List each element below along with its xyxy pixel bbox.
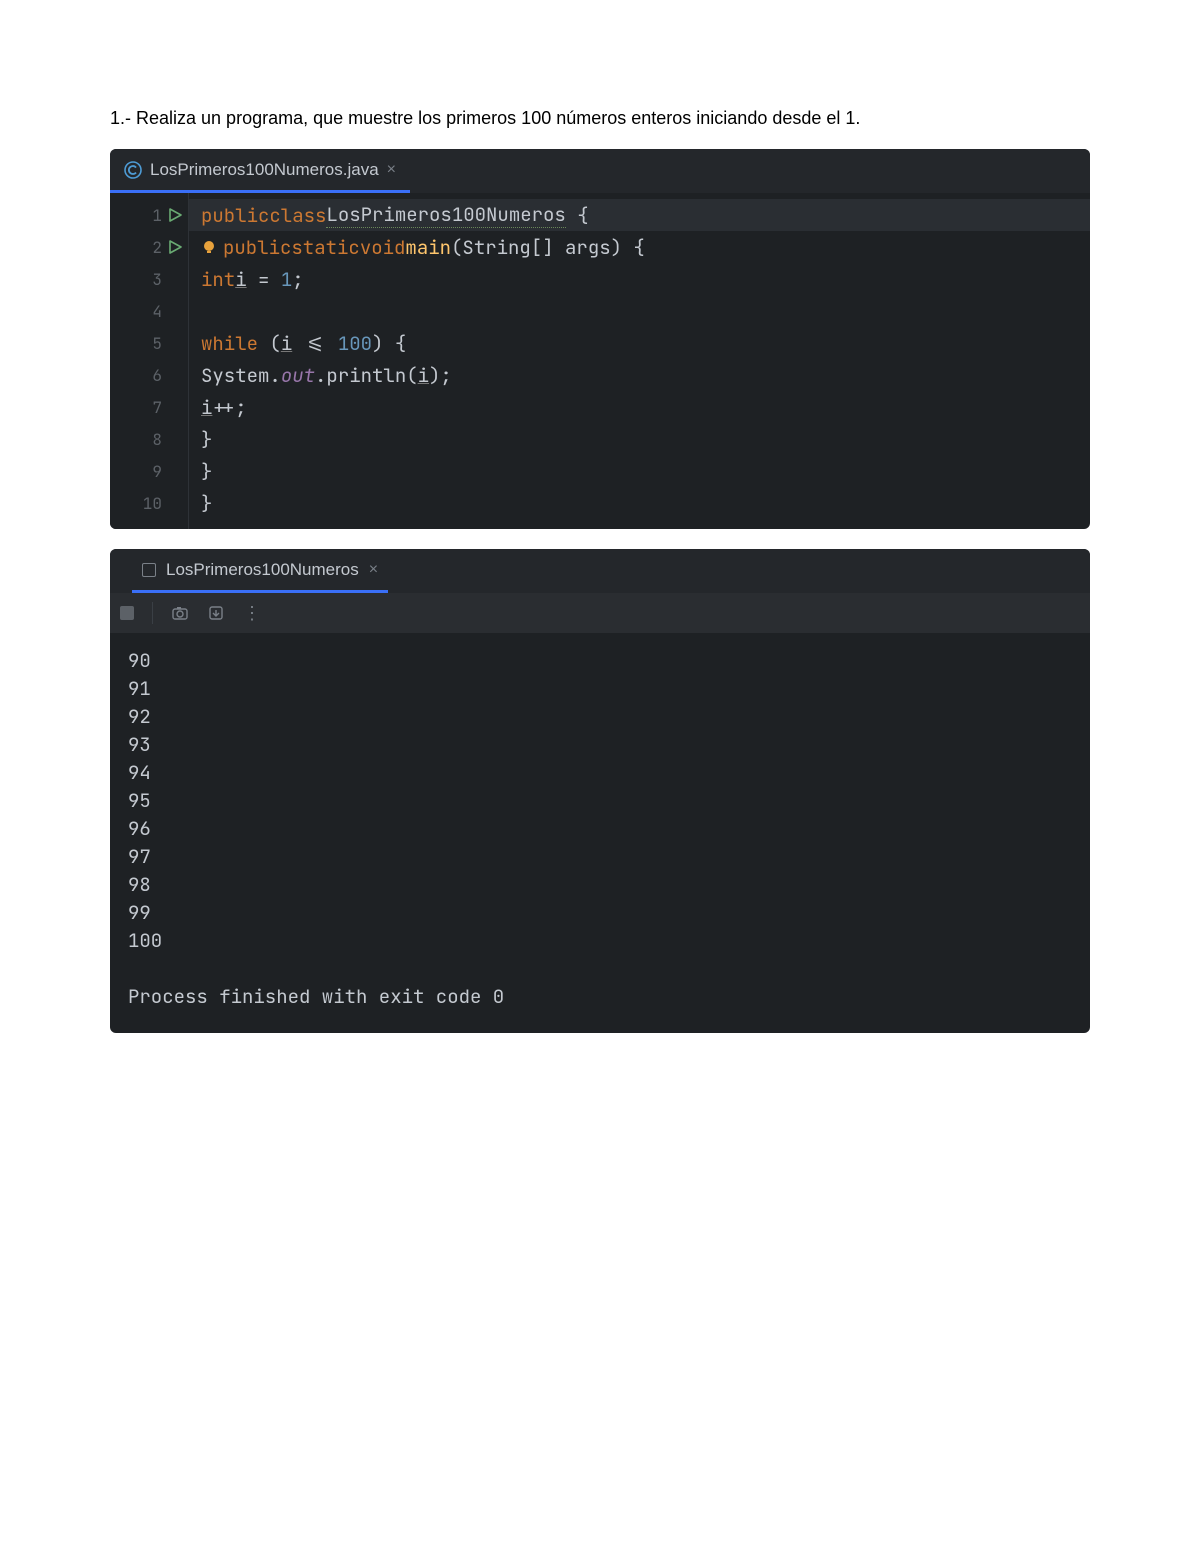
gutter-row[interactable]: 5: [110, 327, 188, 359]
line-number: 6: [138, 365, 162, 386]
editor-gutter: 1 2 3 4 5 6 7 8 9 10: [110, 193, 188, 529]
exit-line: Process finished with exit code 0: [128, 983, 1072, 1011]
output-line: 100: [128, 927, 1072, 955]
run-icon[interactable]: [168, 208, 182, 222]
code-line: public static void main(String[] args) {: [189, 231, 1090, 263]
gutter-row[interactable]: 10: [110, 487, 188, 519]
console-output[interactable]: 90 91 92 93 94 95 96 97 98 99 100 Proces…: [110, 633, 1090, 1033]
toolbar-separator: [152, 602, 153, 624]
class-file-icon: [124, 161, 142, 179]
bulb-icon[interactable]: [201, 239, 217, 255]
code-line: i++;: [189, 391, 1090, 423]
gutter-row[interactable]: 3: [110, 263, 188, 295]
line-number: 3: [138, 269, 162, 290]
output-line: 91: [128, 675, 1072, 703]
run-icon[interactable]: [168, 240, 182, 254]
output-line: 96: [128, 815, 1072, 843]
code-line: [189, 295, 1090, 327]
gutter-row[interactable]: 2: [110, 231, 188, 263]
close-icon[interactable]: ×: [369, 561, 378, 579]
line-number: 2: [138, 237, 162, 258]
output-line: 98: [128, 871, 1072, 899]
gutter-row[interactable]: 1: [110, 199, 188, 231]
code-area[interactable]: public class LosPrimeros100Numeros { pub…: [188, 193, 1090, 529]
console-tab[interactable]: LosPrimeros100Numeros ×: [132, 549, 388, 593]
editor-tab-bar: LosPrimeros100Numeros.java ×: [110, 149, 1090, 193]
code-line: }: [189, 423, 1090, 455]
code-line: int i = 1;: [189, 263, 1090, 295]
output-line: 92: [128, 703, 1072, 731]
line-number: 10: [138, 493, 162, 514]
gutter-row[interactable]: 9: [110, 455, 188, 487]
blank-line: [128, 955, 1072, 983]
editor-body: 1 2 3 4 5 6 7 8 9 10 public class LosPri…: [110, 193, 1090, 529]
console-tab-name: LosPrimeros100Numeros: [166, 560, 359, 580]
run-window-icon: [142, 563, 156, 577]
output-line: 97: [128, 843, 1072, 871]
instruction-text: 1.- Realiza un programa, que muestre los…: [110, 108, 1090, 129]
stop-icon[interactable]: [120, 606, 134, 620]
code-line: System.out.println(i);: [189, 359, 1090, 391]
editor-tab-filename: LosPrimeros100Numeros.java: [150, 160, 379, 180]
camera-icon[interactable]: [171, 604, 189, 622]
console-tab-bar: LosPrimeros100Numeros ×: [110, 549, 1090, 593]
line-number: 4: [138, 301, 162, 322]
code-line: }: [189, 487, 1090, 519]
line-number: 9: [138, 461, 162, 482]
gutter-row[interactable]: 6: [110, 359, 188, 391]
console-toolbar: ⋮: [110, 593, 1090, 633]
line-number: 7: [138, 397, 162, 418]
output-line: 93: [128, 731, 1072, 759]
code-line: while (i <= 100) {: [189, 327, 1090, 359]
code-line: public class LosPrimeros100Numeros {: [189, 199, 1090, 231]
close-icon[interactable]: ×: [387, 161, 396, 179]
export-icon[interactable]: [207, 604, 225, 622]
gutter-row[interactable]: 4: [110, 295, 188, 327]
more-icon[interactable]: ⋮: [243, 603, 263, 624]
output-line: 90: [128, 647, 1072, 675]
line-number: 5: [138, 333, 162, 354]
output-line: 95: [128, 787, 1072, 815]
output-line: 99: [128, 899, 1072, 927]
gutter-row[interactable]: 8: [110, 423, 188, 455]
line-number: 1: [138, 205, 162, 226]
output-line: 94: [128, 759, 1072, 787]
console-panel: LosPrimeros100Numeros × ⋮ 90 91 92 93 94…: [110, 549, 1090, 1033]
code-line: }: [189, 455, 1090, 487]
line-number: 8: [138, 429, 162, 450]
editor-tab[interactable]: LosPrimeros100Numeros.java ×: [110, 149, 410, 193]
gutter-row[interactable]: 7: [110, 391, 188, 423]
editor-panel: LosPrimeros100Numeros.java × 1 2 3 4 5 6…: [110, 149, 1090, 529]
